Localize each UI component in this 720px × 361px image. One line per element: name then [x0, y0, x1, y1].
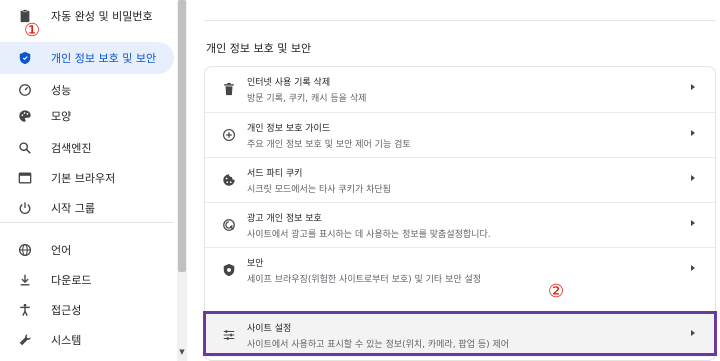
row-security[interactable]: 보안 세이프 브라우징(위험한 사이트로부터 보호) 및 기타 보안 설정 [205, 247, 715, 292]
add-circle-icon [221, 127, 237, 143]
sidebar-item-label: 자동 완성 및 비밀번호 [51, 10, 153, 23]
sidebar-item-label: 시스템 [51, 334, 82, 347]
chevron-right-icon [691, 130, 695, 136]
row-description: 주요 개인 정보 보호 및 보안 제어 기능 검토 [247, 140, 411, 150]
trash-icon [221, 81, 237, 97]
sidebar-item-languages[interactable]: 언어 [0, 234, 174, 266]
row-title: 보안 [247, 259, 264, 269]
sidebar: 자동 완성 및 비밀번호 개인 정보 보호 및 보안 성능 모양 검색엔진 기본… [0, 0, 178, 361]
sidebar-item-privacy-security[interactable]: 개인 정보 보호 및 보안 [0, 42, 174, 74]
browser-window-icon [17, 170, 33, 186]
row-third-party-cookies[interactable]: 서드 파티 쿠키 시크릿 모드에서는 타사 쿠키가 차단됨 [205, 157, 715, 202]
sidebar-item-label: 시작 그룹 [51, 202, 95, 215]
sidebar-item-label: 개인 정보 보호 및 보안 [51, 52, 157, 65]
sidebar-item-search-engine[interactable]: 검색엔진 [0, 132, 174, 164]
row-title: 서드 파티 쿠키 [247, 169, 303, 179]
cookie-icon [221, 172, 237, 188]
sidebar-item-label: 언어 [51, 244, 72, 257]
accessibility-icon [17, 302, 33, 318]
row-title: 개인 정보 보호 가이드 [247, 124, 331, 134]
sidebar-item-label: 접근성 [51, 304, 82, 317]
sidebar-item-on-startup[interactable]: 시작 그룹 [0, 192, 174, 224]
sidebar-item-system[interactable]: 시스템 [0, 324, 174, 356]
sidebar-item-label: 다운로드 [51, 274, 92, 287]
download-icon [17, 272, 33, 288]
sidebar-item-appearance[interactable]: 모양 [0, 100, 174, 132]
annotation-highlight-box [203, 311, 717, 356]
ad-privacy-icon [221, 217, 237, 233]
sidebar-item-label: 검색엔진 [51, 142, 92, 155]
chevron-right-icon [691, 175, 695, 181]
security-shield-icon [221, 262, 237, 278]
shield-icon [17, 50, 33, 66]
sidebar-item-label: 성능 [51, 84, 72, 97]
scroll-down-arrow-icon[interactable]: ▼ [178, 347, 186, 357]
sidebar-item-downloads[interactable]: 다운로드 [0, 264, 174, 296]
sidebar-item-label: 모양 [51, 110, 72, 123]
row-privacy-guide[interactable]: 개인 정보 보호 가이드 주요 개인 정보 보호 및 보안 제어 기능 검토 [205, 112, 715, 157]
speedometer-icon [17, 82, 33, 98]
sidebar-item-accessibility[interactable]: 접근성 [0, 294, 174, 326]
settings-page: 자동 완성 및 비밀번호 개인 정보 보호 및 보안 성능 모양 검색엔진 기본… [0, 0, 720, 361]
annotation-marker-1: ① [24, 20, 41, 41]
sidebar-divider [0, 222, 174, 223]
search-icon [17, 140, 33, 156]
row-description: 사이트에서 광고를 표시하는 데 사용하는 정보를 맞춤설정합니다. [247, 230, 491, 240]
chevron-right-icon [691, 265, 695, 271]
row-description: 시크릿 모드에서는 타사 쿠키가 차단됨 [247, 185, 391, 195]
annotation-marker-2: ② [548, 281, 565, 302]
row-title: 광고 개인 정보 보호 [247, 214, 322, 224]
sidebar-scrollbar-thumb[interactable] [178, 0, 186, 272]
section-title: 개인 정보 보호 및 보안 [206, 42, 312, 55]
row-title: 인터넷 사용 기록 삭제 [247, 78, 331, 88]
globe-icon [17, 242, 33, 258]
wrench-icon [17, 332, 33, 348]
row-ad-privacy[interactable]: 광고 개인 정보 보호 사이트에서 광고를 표시하는 데 사용하는 정보를 맞춤… [205, 202, 715, 247]
row-clear-browsing-data[interactable]: 인터넷 사용 기록 삭제 방문 기록, 쿠키, 캐시 등을 삭제 [205, 67, 715, 112]
power-icon [17, 200, 33, 216]
chevron-right-icon [691, 220, 695, 226]
row-description: 방문 기록, 쿠키, 캐시 등을 삭제 [247, 94, 367, 104]
chevron-right-icon [691, 84, 695, 90]
sidebar-item-default-browser[interactable]: 기본 브라우저 [0, 162, 174, 194]
top-divider [204, 20, 716, 21]
palette-icon [17, 108, 33, 124]
row-description: 세이프 브라우징(위험한 사이트로부터 보호) 및 기타 보안 설정 [247, 275, 482, 285]
sidebar-item-label: 기본 브라우저 [51, 172, 116, 185]
